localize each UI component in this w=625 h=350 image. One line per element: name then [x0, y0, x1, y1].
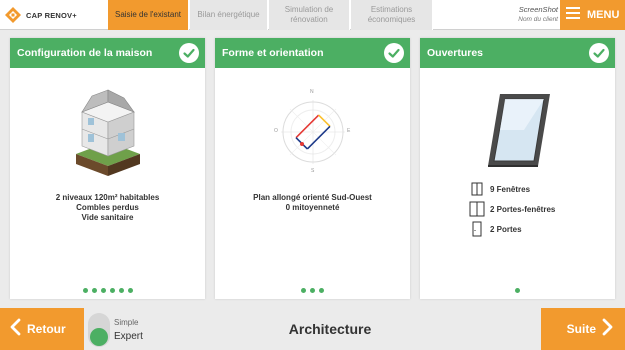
pagination-dot — [127, 288, 133, 293]
client-subtitle: Nom du client — [518, 16, 558, 23]
card-header: Forme et orientation — [215, 38, 410, 68]
pagination-dot — [515, 288, 520, 293]
pagination-dot — [310, 288, 315, 293]
mode-toggle[interactable] — [88, 313, 110, 347]
list-item[interactable]: 2 Portes-fenêtres — [468, 199, 555, 219]
pagination-dot — [91, 288, 97, 293]
french-door-icon — [468, 201, 486, 217]
chevron-right-icon — [602, 318, 613, 341]
top-bar: CAP RENOV+ Saisie de l'existant Bilan én… — [0, 0, 625, 30]
card-title: Configuration de la maison — [17, 47, 153, 59]
next-label: Suite — [566, 322, 596, 336]
pagination-dot — [118, 288, 124, 293]
card-configuration-maison[interactable]: Configuration de la maison 2 niveaux 120… — [10, 38, 205, 299]
check-icon — [384, 43, 404, 63]
app-logo[interactable]: CAP RENOV+ — [4, 4, 104, 26]
tab-label: Saisie de l'existant — [114, 10, 181, 19]
door-icon — [468, 221, 486, 237]
back-button[interactable]: Retour — [0, 308, 84, 350]
opening-label: 9 Fenêtres — [490, 184, 531, 194]
bottom-bar: Retour Simple Expert Architecture Suite — [0, 308, 625, 350]
back-label: Retour — [27, 322, 66, 336]
card-title: Forme et orientation — [222, 47, 324, 59]
client-name: ScreenShot — [518, 5, 558, 14]
logo-icon — [4, 6, 22, 24]
tab-label: Estimations économiques — [367, 5, 416, 24]
pagination-dots — [215, 288, 410, 294]
pagination-dots — [10, 288, 205, 294]
tab-label: Simulation de rénovation — [284, 5, 334, 24]
desc-line: 2 niveaux 120m² habitables — [55, 193, 160, 202]
compass-west: O — [274, 128, 278, 134]
card-description: Plan allongé orienté Sud-Ouest 0 mitoyen… — [215, 193, 410, 213]
tab-bilan-energetique[interactable]: Bilan énergétique — [190, 0, 268, 30]
compass-north: N — [310, 89, 314, 95]
tab-estimations-economiques[interactable]: Estimations économiques — [351, 0, 433, 30]
tab-label: Bilan énergétique — [197, 10, 260, 19]
compass-east: E — [347, 128, 351, 134]
compass-south: S — [311, 168, 315, 174]
pagination-dot — [100, 288, 106, 293]
openings-list: 9 Fenêtres 2 Portes-fenêtres 2 Portes — [468, 179, 555, 239]
tab-saisie-existant[interactable]: Saisie de l'existant — [108, 0, 189, 30]
hamburger-icon — [566, 6, 580, 24]
mode-expert-label[interactable]: Expert — [114, 331, 143, 342]
compass-icon: N E S O — [273, 89, 353, 174]
check-icon — [179, 43, 199, 63]
card-header: Ouvertures — [420, 38, 615, 68]
pagination-dot — [301, 288, 306, 293]
section-title: Architecture — [288, 321, 372, 337]
desc-line: Plan allongé orienté Sud-Ouest — [253, 193, 372, 202]
opening-label: 2 Portes-fenêtres — [490, 204, 556, 214]
next-button[interactable]: Suite — [541, 308, 625, 350]
desc-line: Vide sanitaire — [81, 213, 134, 222]
logo-text: CAP RENOV+ — [26, 10, 77, 20]
desc-line: Combles perdus — [76, 203, 139, 212]
list-item[interactable]: 9 Fenêtres — [468, 179, 555, 199]
opening-label: 2 Portes — [490, 224, 522, 234]
client-info: ScreenShot Nom du client — [470, 5, 558, 25]
menu-label: MENU — [587, 9, 620, 21]
toggle-knob[interactable] — [90, 328, 108, 346]
menu-button[interactable]: MENU — [560, 0, 625, 30]
pagination-dot — [109, 288, 115, 293]
card-title: Ouvertures — [427, 47, 484, 59]
list-item[interactable]: 2 Portes — [468, 219, 555, 239]
pagination-dots — [420, 288, 615, 294]
card-header: Configuration de la maison — [10, 38, 205, 68]
pagination-dot — [319, 288, 324, 293]
tab-simulation-renovation[interactable]: Simulation de rénovation — [269, 0, 350, 30]
window-icon — [468, 181, 486, 197]
desc-line: 0 mitoyenneté — [285, 203, 340, 212]
card-forme-orientation[interactable]: Forme et orientation N E S O Plan allong… — [215, 38, 410, 299]
mode-simple-label[interactable]: Simple — [114, 318, 138, 327]
skylight-window-icon — [484, 90, 554, 170]
card-description: 2 niveaux 120m² habitables Combles perdu… — [10, 193, 205, 223]
house-cutaway-icon — [72, 86, 144, 178]
pagination-dot — [82, 288, 88, 293]
card-ouvertures[interactable]: Ouvertures 9 Fenêtres 2 Portes-fenêtres … — [420, 38, 615, 299]
chevron-left-icon — [10, 318, 21, 341]
check-icon — [589, 43, 609, 63]
